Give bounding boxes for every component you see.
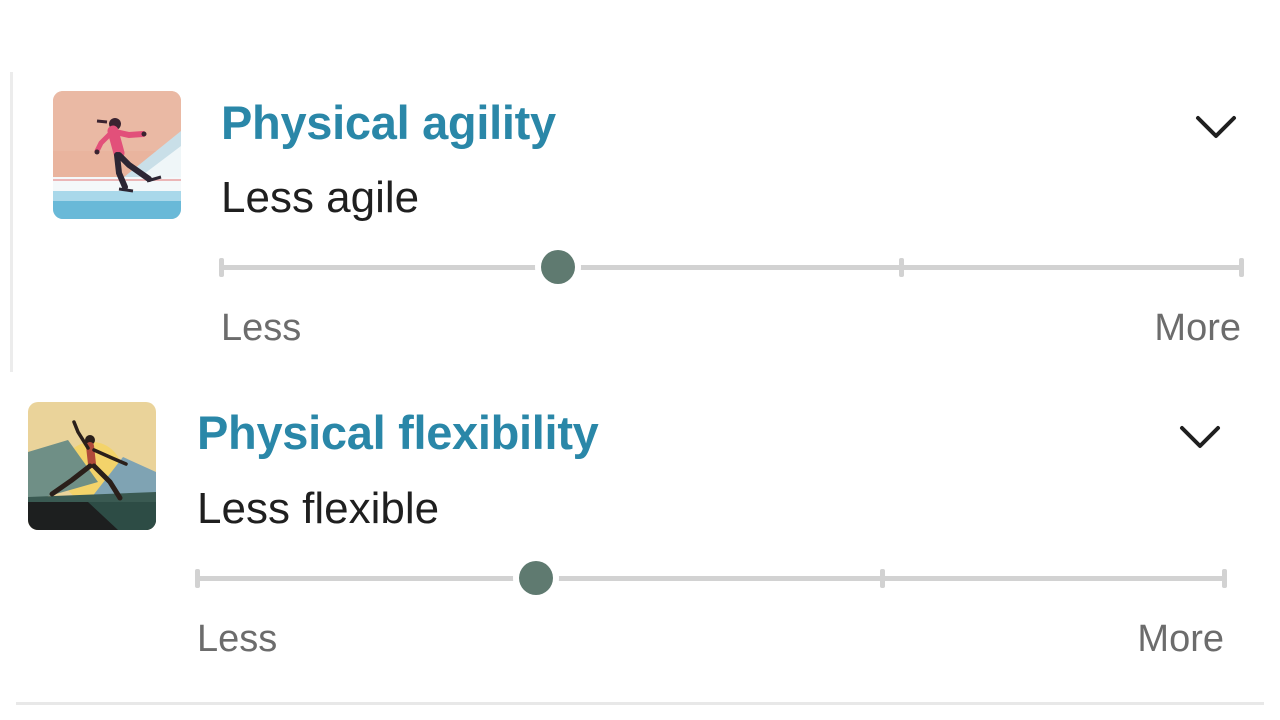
trait-title: Physical flexibility <box>197 406 599 459</box>
trait-slider[interactable] <box>195 561 1227 595</box>
slider-track <box>197 576 1224 581</box>
slider-tick <box>1222 569 1227 588</box>
slider-tick <box>879 569 885 588</box>
dancer-pose-illustration <box>28 402 156 530</box>
chevron-down-icon[interactable] <box>1176 418 1224 458</box>
trait-list: Physical agility Less agile Less More Ph… <box>0 0 1280 720</box>
list-divider <box>16 702 1264 705</box>
scale-min-label: Less <box>197 618 278 660</box>
slider-tick <box>195 569 200 588</box>
scale-max-label: More <box>1137 618 1224 660</box>
slider-thumb[interactable] <box>518 561 553 595</box>
trait-card-physical-flexibility: Physical flexibility Less flexible Less … <box>0 0 1280 720</box>
trait-value-label: Less flexible <box>197 484 440 533</box>
